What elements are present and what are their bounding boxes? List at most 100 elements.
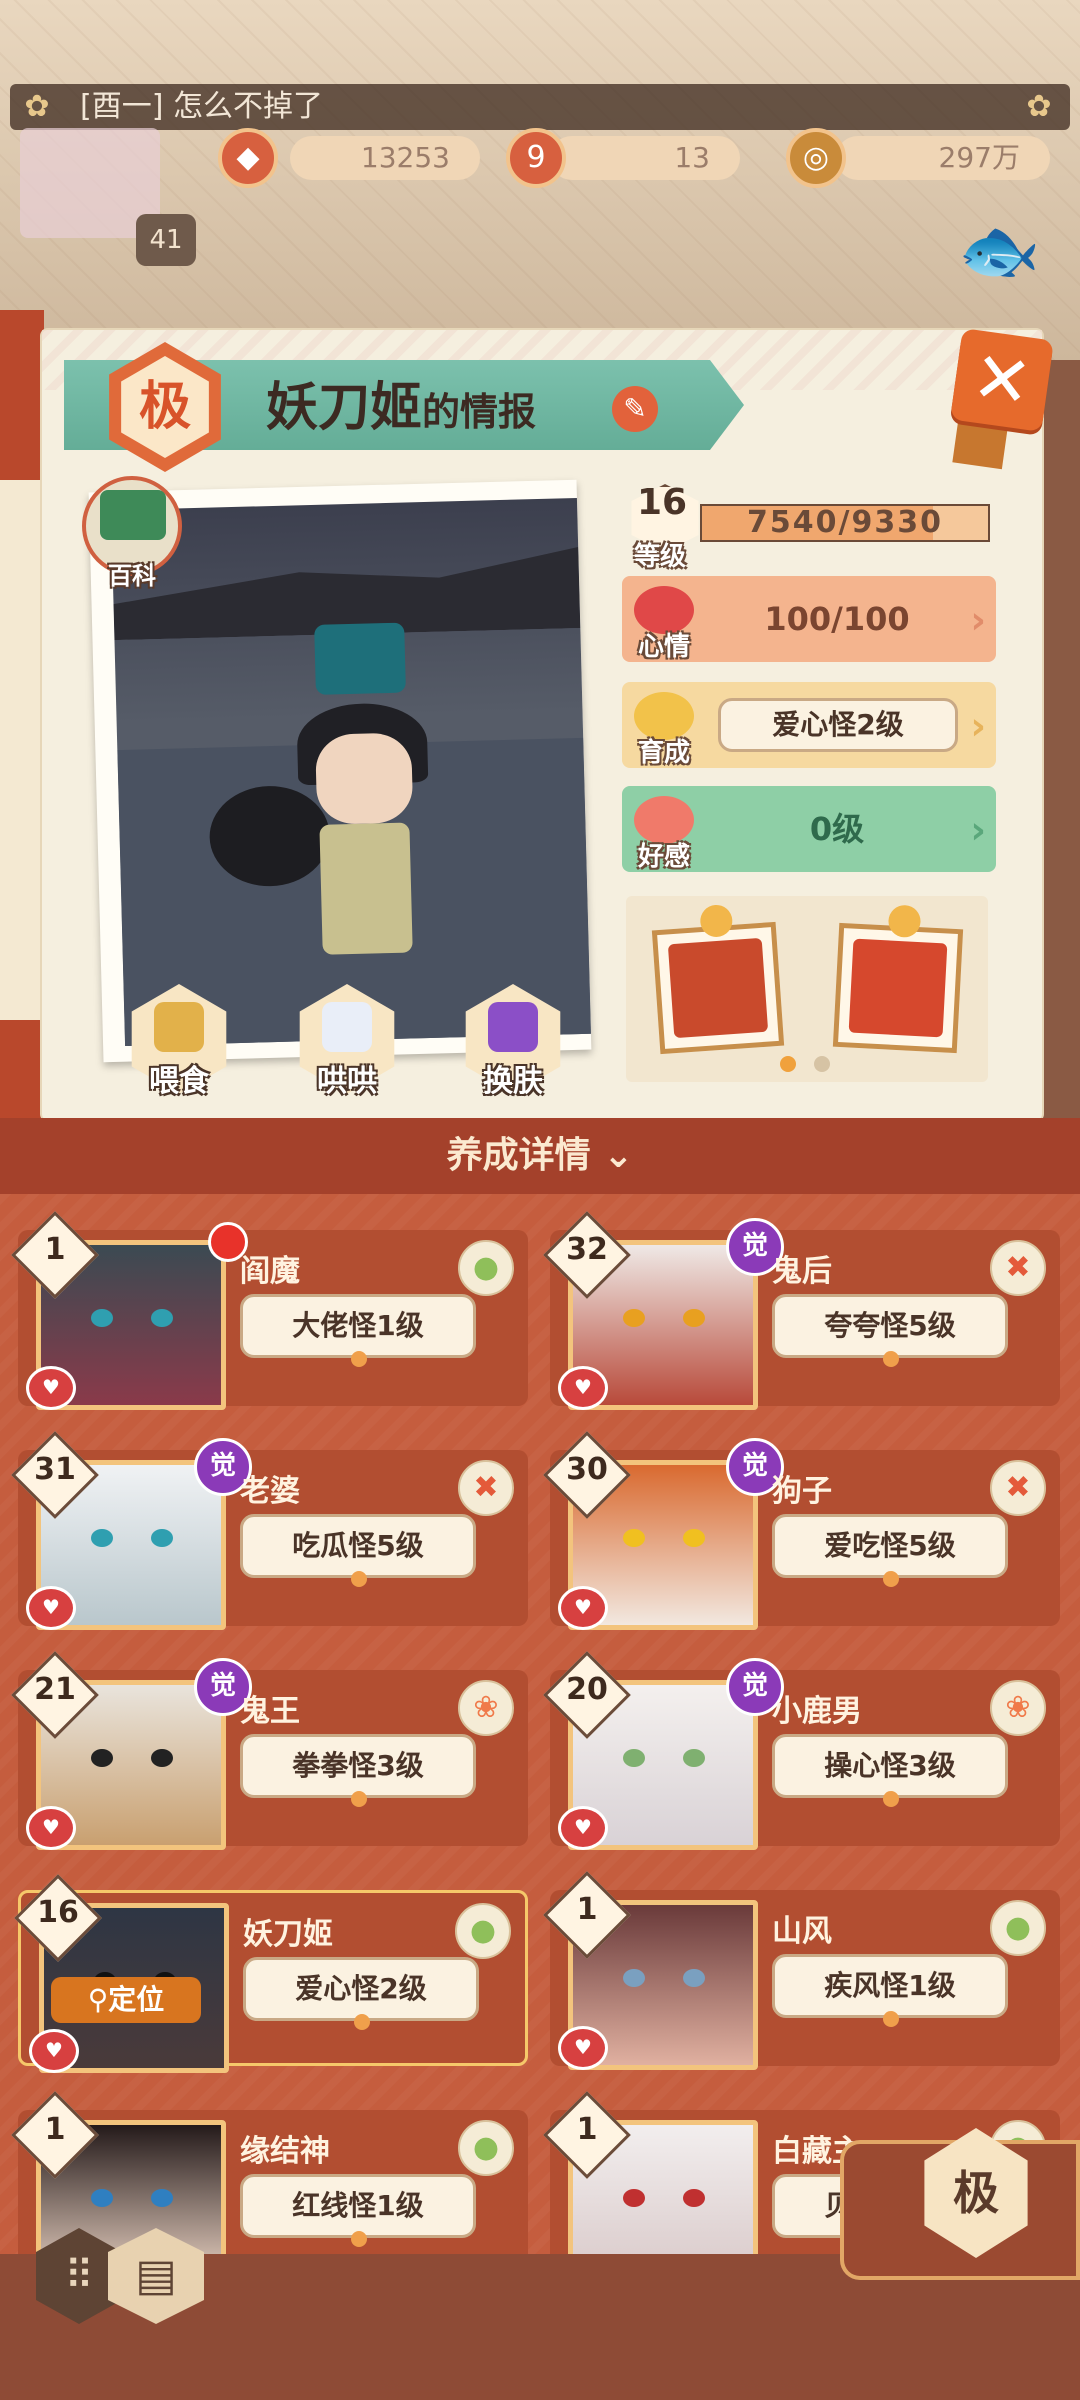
mood-row[interactable]: 心情 100/100 ›	[622, 576, 996, 662]
cross-flower-icon[interactable]: ✖	[458, 1460, 514, 1516]
shikigami-card[interactable]: 1 ♥ 山风 疾风怪1级 ●	[543, 1871, 1060, 2070]
skin-icon	[488, 1002, 538, 1052]
heart-icon: ♥	[558, 1586, 608, 1630]
locate-button[interactable]: ⚲定位	[51, 1977, 201, 2023]
leaf-icon[interactable]: ●	[455, 1903, 511, 1959]
location-pin-icon: ⚲	[87, 1983, 109, 2016]
stamina-icon: 9	[506, 128, 566, 188]
encyclopedia-label: 百科	[108, 562, 156, 590]
flower-icon: ✿	[1026, 89, 1052, 124]
favorite-food-item[interactable]	[651, 903, 785, 1055]
shikigami-card[interactable]: 32 ♥ 觉 鬼后 夸夸怪5级 ✖	[543, 1211, 1060, 1410]
change-skin-button[interactable]: 换肤	[458, 984, 568, 1099]
card-name: 鬼后	[772, 1254, 832, 1289]
cross-flower-icon[interactable]: ✖	[990, 1240, 1046, 1296]
card-level: 1	[44, 1232, 66, 1267]
list-icon: ▤	[135, 2250, 177, 2301]
shikigami-card-selected[interactable]: 16 ♥ ⚲定位 妖刀姬 爱心怪2级 ●	[14, 1874, 528, 2073]
section-title[interactable]: 养成详情 ⌄	[0, 1118, 1080, 1194]
chat-message: [酉一] 怎么不掉了	[80, 89, 323, 124]
shikigami-card[interactable]: 20 ♥ 觉 小鹿男 操心怪3级 ❀	[543, 1651, 1060, 1850]
chat-bar[interactable]: ✿ [酉一] 怎么不掉了 ✿	[10, 84, 1070, 130]
card-name: 小鹿男	[772, 1694, 862, 1729]
shikigami-card[interactable]: 30 ♥ 觉 狗子 爱吃怪5级 ✖	[543, 1431, 1060, 1630]
favorite-toy-item[interactable]	[832, 904, 964, 1054]
book-page-edge	[0, 480, 43, 1020]
card-level: 31	[34, 1452, 76, 1487]
card-name: 鬼王	[240, 1694, 300, 1729]
player-level: 41	[136, 214, 196, 266]
rank-badge: 极	[100, 342, 230, 472]
page-dot[interactable]	[814, 1056, 830, 1072]
card-name: 狗子	[772, 1474, 832, 1509]
heart-icon: ♥	[26, 1586, 76, 1630]
page-title: 妖刀姬的情报	[266, 368, 536, 452]
card-growth-tag: 夸夸怪5级	[772, 1294, 1008, 1367]
grid-icon: ⠿	[64, 2253, 94, 2299]
card-level: 20	[566, 1672, 608, 1707]
stamina-counter: 13	[550, 136, 740, 180]
shikigami-card[interactable]: 1 ♥ 阎魔 大佬怪1级 ●	[11, 1211, 528, 1410]
title-suffix: 的情报	[422, 390, 537, 434]
fish-decoration-icon: 🐟	[958, 212, 1041, 289]
card-name: 阎魔	[240, 1254, 300, 1289]
card-growth-tag: 爱心怪2级	[243, 1957, 479, 2030]
page-dot-active[interactable]	[780, 1056, 796, 1072]
shikigami-name: 妖刀姬	[266, 378, 423, 438]
edit-button[interactable]: ✎	[612, 386, 658, 432]
card-name: 山风	[772, 1914, 832, 1949]
bud-icon[interactable]: ❀	[458, 1680, 514, 1736]
growth-value: 爱心怪2级	[718, 698, 958, 752]
chevron-down-icon: ⌄	[603, 1135, 634, 1176]
card-growth-tag: 大佬怪1级	[240, 1294, 476, 1367]
coax-button[interactable]: 哄哄	[292, 984, 402, 1099]
chevron-right-icon: ›	[970, 598, 986, 642]
card-name: 老婆	[240, 1474, 300, 1509]
coin-icon: ◎	[786, 128, 846, 188]
card-level: 32	[566, 1232, 608, 1267]
mood-value: 100/100	[764, 600, 910, 638]
card-growth-tag: 拳拳怪3级	[240, 1734, 476, 1807]
favorite-items-panel	[626, 896, 988, 1082]
card-name: 妖刀姬	[243, 1917, 333, 1952]
card-growth-tag: 操心怪3级	[772, 1734, 1008, 1807]
card-level: 16	[37, 1895, 79, 1930]
jade-counter: 13253	[290, 136, 480, 180]
experience-text: 7540/9330	[747, 505, 943, 540]
experience-bar: 7540/9330	[700, 504, 990, 542]
card-growth-tag: 疾风怪1级	[772, 1954, 1008, 2027]
jade-icon: ◆	[218, 128, 278, 188]
bud-icon[interactable]: ❀	[990, 1680, 1046, 1736]
heart-icon: ♥	[558, 1806, 608, 1850]
leaf-icon[interactable]: ●	[990, 1900, 1046, 1956]
card-level: 30	[566, 1452, 608, 1487]
card-growth-tag: 爱吃怪5级	[772, 1514, 1008, 1587]
affinity-row[interactable]: 好感 0级 ›	[622, 786, 996, 872]
card-level: 1	[576, 1892, 598, 1927]
card-name: 缘结神	[240, 2134, 330, 2169]
card-growth-tag: 红线怪1级	[240, 2174, 476, 2247]
card-level: 1	[44, 2112, 66, 2147]
shikigami-card[interactable]: 31 ♥ 觉 老婆 吃瓜怪5级 ✖	[11, 1431, 528, 1630]
heart-icon: ♥	[29, 2029, 79, 2073]
feed-button[interactable]: 喂食	[124, 984, 234, 1099]
close-button[interactable]: ✕	[950, 328, 1054, 432]
chevron-right-icon: ›	[970, 808, 986, 852]
leaf-icon[interactable]: ●	[458, 1240, 514, 1296]
chevron-right-icon: ›	[970, 704, 986, 748]
cross-flower-icon[interactable]: ✖	[990, 1460, 1046, 1516]
shikigami-portrait[interactable]	[111, 497, 591, 1047]
shikigami-list[interactable]: 1 ♥ 阎魔 大佬怪1级 ● 32 ♥ 觉 鬼后 夸夸怪5级 ✖ 31 ♥ 觉 …	[0, 1194, 1080, 2254]
card-growth-tag: 吃瓜怪5级	[240, 1514, 476, 1587]
shikigami-card[interactable]: 1 缘结神 红线怪1级 ●	[11, 2091, 528, 2254]
level-value: 16	[636, 482, 688, 523]
bowl-icon	[154, 1002, 204, 1052]
level-label: 等级	[634, 542, 687, 572]
growth-row[interactable]: 育成 爱心怪2级 ›	[622, 682, 996, 768]
shikigami-card[interactable]: 21 ♥ 觉 鬼王 拳拳怪3级 ❀	[11, 1651, 528, 1850]
leaf-icon[interactable]: ●	[458, 2120, 514, 2176]
heart-icon: ♥	[558, 2026, 608, 2070]
coin-counter: 297万	[836, 136, 1050, 180]
card-level: 1	[576, 2112, 598, 2147]
milk-carton-icon	[322, 1002, 372, 1052]
